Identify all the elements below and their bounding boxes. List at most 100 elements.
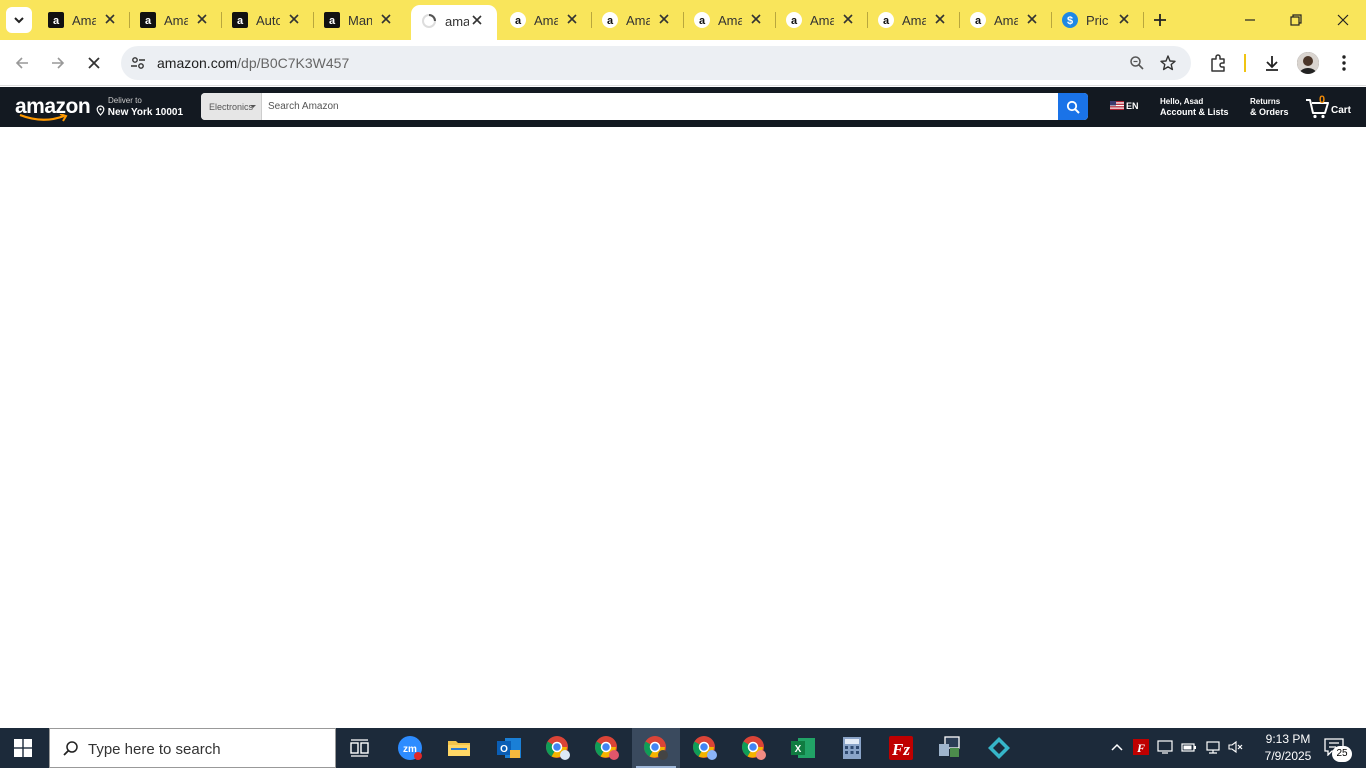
- chrome-icon: [595, 736, 619, 760]
- svg-text:O: O: [500, 744, 508, 755]
- close-icon[interactable]: [1116, 11, 1132, 27]
- tab-strip: a Ama a Ama a Auto a Man ama a Ama a Ama…: [0, 0, 1366, 40]
- tab-title: Ama: [626, 13, 650, 28]
- close-icon[interactable]: [469, 12, 485, 28]
- language-selector[interactable]: EN: [1110, 101, 1139, 111]
- browser-tab[interactable]: a Ama: [38, 0, 130, 40]
- browser-tab[interactable]: a Ama: [776, 0, 868, 40]
- browser-tab[interactable]: a Ama: [684, 0, 776, 40]
- browser-tab[interactable]: a Ama: [868, 0, 960, 40]
- browser-tab[interactable]: a Ama: [130, 0, 222, 40]
- browser-tab[interactable]: a Ama: [500, 0, 592, 40]
- close-icon[interactable]: [656, 11, 672, 27]
- chrome-icon: [742, 736, 766, 760]
- taskbar-file-explorer[interactable]: [435, 728, 483, 768]
- svg-text:F: F: [1136, 741, 1145, 755]
- site-settings-icon[interactable]: [129, 54, 147, 72]
- network-icon[interactable]: [1205, 739, 1221, 755]
- browser-tab[interactable]: a Man: [314, 0, 406, 40]
- display-settings-icon[interactable]: [1157, 739, 1173, 755]
- taskbar-outlook[interactable]: O: [485, 728, 533, 768]
- close-icon[interactable]: [194, 11, 210, 27]
- search-category-dropdown[interactable]: Electronics: [201, 93, 262, 120]
- location-pin-icon: [96, 105, 105, 116]
- windows-start-icon[interactable]: [14, 739, 32, 757]
- svg-text:Fz: Fz: [891, 740, 910, 759]
- show-hidden-icons-chevron-icon[interactable]: [1109, 739, 1125, 755]
- kebab-menu-icon[interactable]: [1334, 53, 1354, 73]
- chrome-icon: [693, 736, 717, 760]
- tab-title: Ama: [810, 13, 834, 28]
- taskbar-diamond-app[interactable]: [975, 728, 1023, 768]
- close-icon[interactable]: [748, 11, 764, 27]
- back-arrow-icon[interactable]: [13, 54, 31, 72]
- taskbar-filezilla[interactable]: Fz: [877, 728, 925, 768]
- amazon-search-input[interactable]: [263, 93, 1058, 120]
- profile-avatar[interactable]: [1297, 52, 1319, 74]
- window-close-icon[interactable]: [1335, 12, 1351, 28]
- system-clock[interactable]: 9:13 PM 7/9/2025: [1256, 731, 1320, 765]
- amazon-circle-icon: a: [786, 12, 802, 28]
- outlook-icon: O: [497, 738, 521, 758]
- browser-tab[interactable]: a Ama: [960, 0, 1052, 40]
- taskbar-chrome-4[interactable]: [681, 728, 729, 768]
- filezilla-icon: Fz: [889, 736, 913, 760]
- address-bar[interactable]: amazon.com/dp/B0C7K3W457: [121, 46, 1191, 80]
- taskbar-zoom[interactable]: zm: [386, 728, 434, 768]
- amazon-smile-icon: [19, 114, 68, 122]
- zoom-icon[interactable]: [1129, 55, 1145, 71]
- returns-and-orders[interactable]: Returns & Orders: [1250, 96, 1289, 118]
- svg-text:a: a: [145, 15, 152, 27]
- forward-arrow-icon[interactable]: [49, 54, 67, 72]
- volume-muted-icon[interactable]: [1228, 739, 1244, 755]
- taskbar-chrome-3-active[interactable]: [632, 728, 680, 768]
- dollar-icon: $: [1062, 12, 1078, 28]
- close-icon[interactable]: [378, 11, 394, 27]
- taskbar-chrome-2[interactable]: [583, 728, 631, 768]
- tab-separator: [1143, 12, 1144, 28]
- minimize-icon[interactable]: [1242, 12, 1258, 28]
- account-lists-label: Account & Lists: [1160, 107, 1229, 117]
- close-icon[interactable]: [1024, 11, 1040, 27]
- search-icon: [63, 741, 78, 756]
- close-icon[interactable]: [840, 11, 856, 27]
- chrome-icon: [644, 736, 668, 760]
- language-code: EN: [1126, 101, 1139, 111]
- taskbar-excel[interactable]: X: [779, 728, 827, 768]
- stop-loading-icon[interactable]: [85, 54, 103, 72]
- taskbar-calculator[interactable]: [828, 728, 876, 768]
- browser-tab-active[interactable]: ama: [411, 5, 497, 40]
- deliver-to[interactable]: Deliver to New York 10001: [96, 96, 183, 118]
- tab-title: Ama: [994, 13, 1018, 28]
- svg-text:a: a: [699, 15, 706, 27]
- close-icon[interactable]: [564, 11, 580, 27]
- browser-tab[interactable]: a Ama: [592, 0, 684, 40]
- close-icon[interactable]: [286, 11, 302, 27]
- svg-text:a: a: [975, 15, 982, 27]
- clock-date: 7/9/2025: [1264, 749, 1312, 763]
- filezilla-tray-icon[interactable]: F: [1133, 739, 1149, 755]
- account-and-lists[interactable]: Hello, Asad Account & Lists: [1160, 96, 1229, 118]
- browser-tab[interactable]: a Auto: [222, 0, 314, 40]
- download-icon[interactable]: [1262, 53, 1282, 73]
- amazon-search-button[interactable]: [1058, 93, 1088, 120]
- close-icon[interactable]: [102, 11, 118, 27]
- orders-label: & Orders: [1250, 107, 1289, 117]
- restore-icon[interactable]: [1288, 12, 1304, 28]
- new-tab-plus-icon[interactable]: [1152, 12, 1168, 28]
- svg-text:a: a: [329, 15, 336, 27]
- tab-search-button[interactable]: [6, 7, 32, 33]
- battery-icon[interactable]: [1181, 739, 1197, 755]
- toolbar-divider: [1244, 54, 1246, 72]
- taskbar-chrome-5[interactable]: [730, 728, 778, 768]
- browser-tab[interactable]: $ Pric: [1052, 0, 1144, 40]
- close-icon[interactable]: [932, 11, 948, 27]
- task-view-button[interactable]: [336, 728, 384, 768]
- taskbar-remote-desktop[interactable]: [926, 728, 974, 768]
- extensions-puzzle-icon[interactable]: [1208, 53, 1228, 73]
- bookmark-star-icon[interactable]: [1159, 54, 1177, 72]
- taskbar-search-box[interactable]: Type here to search: [49, 728, 336, 768]
- taskbar-chrome-1[interactable]: [534, 728, 582, 768]
- zoom-app-icon: zm: [398, 736, 422, 760]
- cart-button[interactable]: 0 Cart: [1305, 94, 1353, 120]
